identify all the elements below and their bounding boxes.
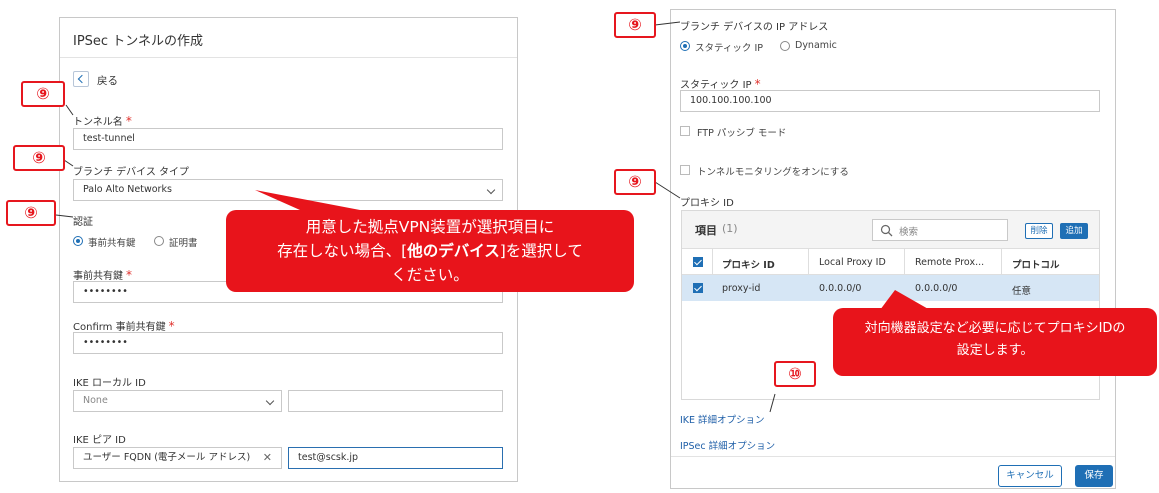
step-9-tag: ⑨: [6, 200, 56, 226]
annotation-callout: 用意した拠点VPN装置が選択項目に 存在しない場合、[他のデバイス]を選択して …: [226, 210, 634, 292]
callout-text: 用意した拠点VPN装置が選択項目に: [305, 218, 555, 236]
step-9-tag: ⑨: [614, 12, 656, 38]
annotation-leader-line: [654, 181, 681, 199]
annotation-leader-line: [65, 104, 74, 116]
callout-text: 対向機器設定など必要に応じてプロキシIDの: [864, 321, 1126, 336]
step-9-tag: ⑨: [21, 81, 65, 107]
annotation-callout: 対向機器設定など必要に応じてプロキシIDの 設定します。: [833, 308, 1157, 376]
step-9-tag: ⑨: [614, 169, 656, 195]
annotation-leader-line: [769, 393, 776, 413]
step-10-tag: ⑩: [774, 361, 816, 387]
callout-text: 設定します。: [956, 343, 1034, 358]
callout-pointer: [880, 290, 930, 310]
annotation-leader-line: [654, 21, 681, 26]
annotation-leader-line: [63, 159, 74, 167]
callout-pointer: [255, 190, 360, 210]
callout-text: ください。: [391, 266, 469, 284]
annotation-leader-line: [55, 214, 74, 218]
step-9-tag: ⑨: [13, 145, 65, 171]
callout-text: 存在しない場合、[他のデバイス]を選択して: [277, 242, 583, 260]
